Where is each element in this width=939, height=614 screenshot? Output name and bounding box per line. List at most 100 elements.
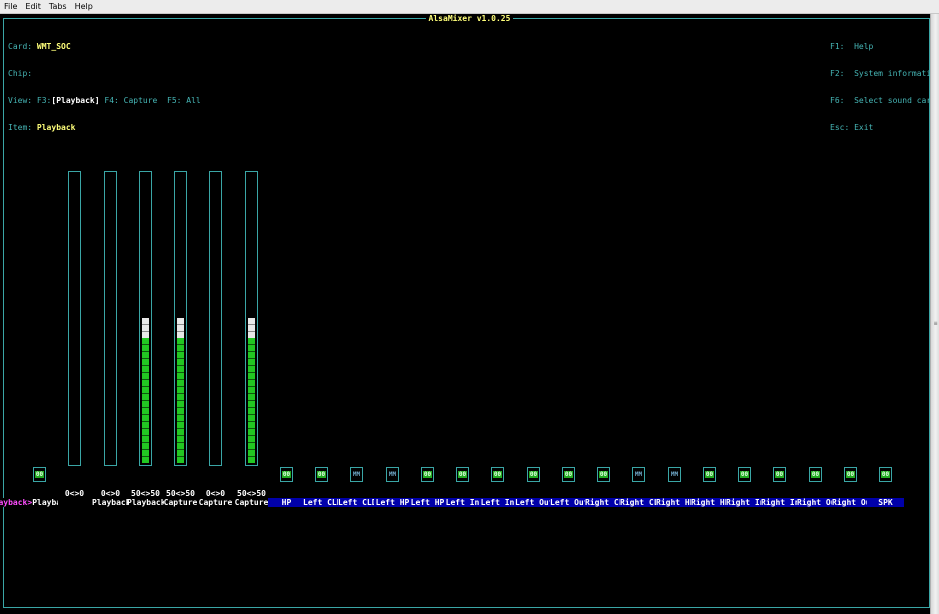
control-name: Left CLD bbox=[303, 498, 340, 507]
mute-switch[interactable]: MM bbox=[668, 467, 681, 482]
mute-switch-label: 00 bbox=[316, 471, 327, 478]
menu-tabs[interactable]: Tabs bbox=[49, 2, 67, 11]
current-control-name: Playback bbox=[0, 498, 28, 507]
mute-switch[interactable]: MM bbox=[386, 467, 399, 482]
menu-help[interactable]: Help bbox=[75, 2, 93, 11]
mute-switch-label: 00 bbox=[810, 471, 821, 478]
volume-level-bar bbox=[248, 338, 255, 463]
help-f2: F2: System information bbox=[830, 69, 939, 78]
control-name: Left CLD bbox=[338, 498, 375, 507]
control-name: Right In bbox=[761, 498, 798, 507]
volume-peak-bar bbox=[142, 318, 149, 338]
mute-switch-label: 00 bbox=[492, 471, 503, 478]
volume-value: 0<>0 bbox=[100, 489, 121, 498]
mute-switch-label: 00 bbox=[281, 471, 292, 478]
control-name: Right HP bbox=[656, 498, 693, 507]
mute-switch-label: 00 bbox=[774, 471, 785, 478]
mute-switch-label: 00 bbox=[422, 471, 433, 478]
mute-switch[interactable]: 00 bbox=[844, 467, 857, 482]
mute-switch[interactable]: 00 bbox=[315, 467, 328, 482]
mute-switch[interactable]: 00 bbox=[421, 467, 434, 482]
view-capture: F4: Capture bbox=[104, 96, 158, 105]
control-name: HP bbox=[268, 498, 305, 507]
mute-switch-label: 00 bbox=[739, 471, 750, 478]
view-playback: [Playback] bbox=[51, 96, 100, 105]
mute-switch[interactable]: 00 bbox=[280, 467, 293, 482]
volume-peak-bar bbox=[248, 318, 255, 338]
control-name: Right Ou bbox=[832, 498, 869, 507]
mute-switch-label: 00 bbox=[528, 471, 539, 478]
volume-peak-bar bbox=[177, 318, 184, 338]
volume-value: 0<>0 bbox=[205, 489, 226, 498]
mute-switch-label: 00 bbox=[457, 471, 468, 478]
scrollbar-grip[interactable]: ≡ bbox=[932, 320, 939, 328]
help-keys: F1: Help F2: System information F6: Sele… bbox=[830, 24, 939, 141]
control-name: Right Ou bbox=[797, 498, 834, 507]
volume-value: 50<>50 bbox=[131, 489, 160, 498]
menu-file[interactable]: File bbox=[4, 2, 17, 11]
control-name: Capture bbox=[234, 498, 269, 507]
mute-switch[interactable]: 00 bbox=[456, 467, 469, 482]
volume-slider[interactable] bbox=[245, 171, 258, 466]
control-name: SPK bbox=[867, 498, 904, 507]
mute-switch[interactable]: MM bbox=[350, 467, 363, 482]
menu-edit[interactable]: Edit bbox=[25, 2, 41, 11]
mute-switch[interactable]: 00 bbox=[703, 467, 716, 482]
control-name: Playback bbox=[92, 498, 129, 507]
item-value: Playback bbox=[36, 123, 76, 132]
control-name: Playback bbox=[127, 498, 164, 507]
mute-switch-label: 00 bbox=[880, 471, 891, 478]
volume-slider[interactable] bbox=[68, 171, 81, 466]
mute-switch[interactable]: MM bbox=[632, 467, 645, 482]
volume-slider[interactable] bbox=[174, 171, 187, 466]
mute-switch-label: MM bbox=[634, 471, 643, 478]
control-name: Right HP bbox=[691, 498, 728, 507]
volume-slider[interactable] bbox=[209, 171, 222, 466]
help-f1: F1: Help bbox=[830, 42, 874, 51]
volume-value: 50<>50 bbox=[166, 489, 195, 498]
mute-switch-label: MM bbox=[352, 471, 361, 478]
card-info: Card: WMT_SOC Chip: View: F3:[Playback] … bbox=[8, 42, 201, 132]
mute-switch-label: 00 bbox=[704, 471, 715, 478]
scrollbar[interactable]: ≡ bbox=[930, 14, 939, 614]
card-value: WMT_SOC bbox=[36, 42, 71, 51]
mute-switch[interactable]: 00 bbox=[597, 467, 610, 482]
help-f6: F6: Select sound card bbox=[830, 96, 936, 105]
control-name: Left Out bbox=[550, 498, 587, 507]
control-name: Left In bbox=[444, 498, 481, 507]
mute-switch-label: 00 bbox=[845, 471, 856, 478]
mute-switch[interactable]: 00 bbox=[562, 467, 575, 482]
mute-switch-label: 00 bbox=[598, 471, 609, 478]
view-all: F5: All bbox=[167, 96, 201, 105]
volume-value: 0<>0 bbox=[64, 489, 85, 498]
mute-switch[interactable]: 00 bbox=[527, 467, 540, 482]
help-esc: Esc: Exit bbox=[830, 123, 874, 132]
mute-switch[interactable]: 00 bbox=[773, 467, 786, 482]
volume-slider[interactable] bbox=[104, 171, 117, 466]
mute-switch-label: 00 bbox=[34, 471, 45, 478]
mute-switch[interactable]: 00 bbox=[879, 467, 892, 482]
next-control-name: Playback bbox=[32, 498, 58, 507]
control-name: Left In bbox=[479, 498, 516, 507]
mute-switch-label: MM bbox=[670, 471, 679, 478]
volume-slider[interactable] bbox=[139, 171, 152, 466]
volume-level-bar bbox=[142, 338, 149, 463]
control-name: Left HP bbox=[409, 498, 446, 507]
control-name: Capture bbox=[198, 498, 233, 507]
mute-switch[interactable]: 00 bbox=[809, 467, 822, 482]
control-name: Right CL bbox=[620, 498, 657, 507]
mute-switch[interactable]: 00 bbox=[33, 467, 46, 482]
mute-switch[interactable]: 00 bbox=[738, 467, 751, 482]
control-name: Right In bbox=[726, 498, 763, 507]
mute-switch-label: 00 bbox=[563, 471, 574, 478]
volume-level-bar bbox=[177, 338, 184, 463]
menu-bar: File Edit Tabs Help bbox=[0, 0, 939, 14]
control-name: Left Out bbox=[515, 498, 552, 507]
control-name: Right CL bbox=[585, 498, 622, 507]
window-title: AlsaMixer v1.0.25 bbox=[0, 14, 939, 23]
mute-switch[interactable]: 00 bbox=[491, 467, 504, 482]
control-name: Left HP bbox=[374, 498, 411, 507]
volume-value: 50<>50 bbox=[237, 489, 266, 498]
control-name: <Playback>Playback bbox=[0, 498, 58, 507]
mute-switch-label: MM bbox=[388, 471, 397, 478]
